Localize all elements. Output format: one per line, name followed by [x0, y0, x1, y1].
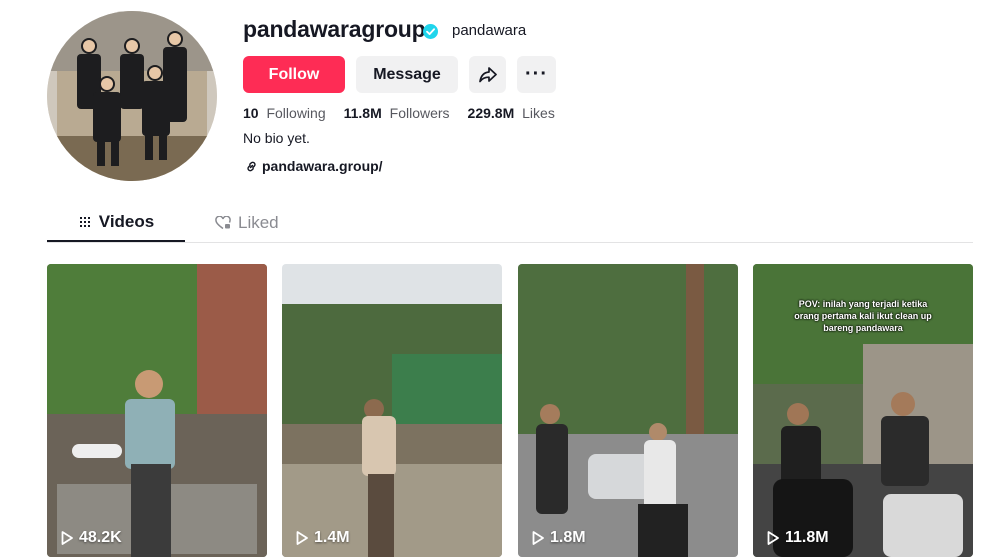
video-views-count: 11.8M: [785, 529, 829, 546]
video-card[interactable]: 48.2K: [47, 264, 267, 557]
video-views: 11.8M: [767, 529, 829, 547]
videos-grid-icon: [79, 217, 90, 227]
likes-count: 229.8M: [467, 105, 515, 121]
tab-liked-label: Liked: [238, 212, 279, 232]
video-views-count: 1.8M: [550, 529, 586, 546]
following-stat[interactable]: 10 Following: [243, 105, 326, 121]
verified-badge-icon: [423, 24, 438, 39]
profile-avatar[interactable]: [47, 11, 217, 181]
profile-username: pandawaragroup: [243, 16, 426, 42]
profile-link-text: pandawara.group/: [262, 158, 383, 174]
video-card[interactable]: POV: inilah yang terjadi ketika orang pe…: [753, 264, 973, 557]
more-icon: ···: [525, 63, 548, 85]
video-thumbnail: [518, 264, 738, 557]
link-icon: [247, 161, 256, 171]
likes-stat: 229.8M Likes: [468, 105, 555, 121]
video-thumbnail: [47, 264, 267, 557]
video-grid: 48.2K 1.4M 1.8M POV: inilah yang terjadi…: [47, 264, 973, 557]
profile-stats: 10 Following 11.8M Followers 229.8M Like…: [243, 105, 573, 121]
profile-bio: No bio yet.: [243, 130, 310, 146]
video-views-count: 48.2K: [79, 529, 122, 546]
play-icon: [296, 531, 308, 545]
avatar-image: [47, 11, 217, 181]
video-thumbnail: [282, 264, 502, 557]
video-views: 1.8M: [532, 529, 586, 547]
followers-count: 11.8M: [343, 105, 382, 121]
play-icon: [61, 531, 73, 545]
video-card[interactable]: 1.4M: [282, 264, 502, 557]
share-button[interactable]: [469, 56, 506, 93]
followers-stat[interactable]: 11.8M Followers: [344, 105, 450, 121]
follow-button[interactable]: Follow: [243, 56, 345, 93]
play-icon: [532, 531, 544, 545]
video-views: 1.4M: [296, 529, 350, 547]
more-options-button[interactable]: ···: [517, 56, 556, 93]
liked-heart-lock-icon: [215, 215, 231, 229]
tab-videos[interactable]: Videos: [47, 204, 185, 242]
video-caption-overlay: POV: inilah yang terjadi ketika orang pe…: [794, 299, 932, 333]
message-button[interactable]: Message: [356, 56, 458, 93]
following-label: Following: [266, 105, 326, 121]
video-views: 48.2K: [61, 529, 122, 547]
profile-link[interactable]: pandawara.group/: [245, 158, 383, 174]
video-card[interactable]: 1.8M: [518, 264, 738, 557]
profile-tabs: Videos Liked: [47, 204, 973, 243]
play-icon: [767, 531, 779, 545]
following-count: 10: [243, 105, 259, 121]
profile-nickname: pandawara: [452, 22, 527, 39]
followers-label: Followers: [389, 105, 450, 121]
share-icon: [478, 66, 497, 82]
likes-label: Likes: [522, 105, 555, 121]
video-views-count: 1.4M: [314, 529, 350, 546]
tab-liked[interactable]: Liked: [215, 204, 279, 241]
tab-videos-label: Videos: [98, 212, 155, 231]
